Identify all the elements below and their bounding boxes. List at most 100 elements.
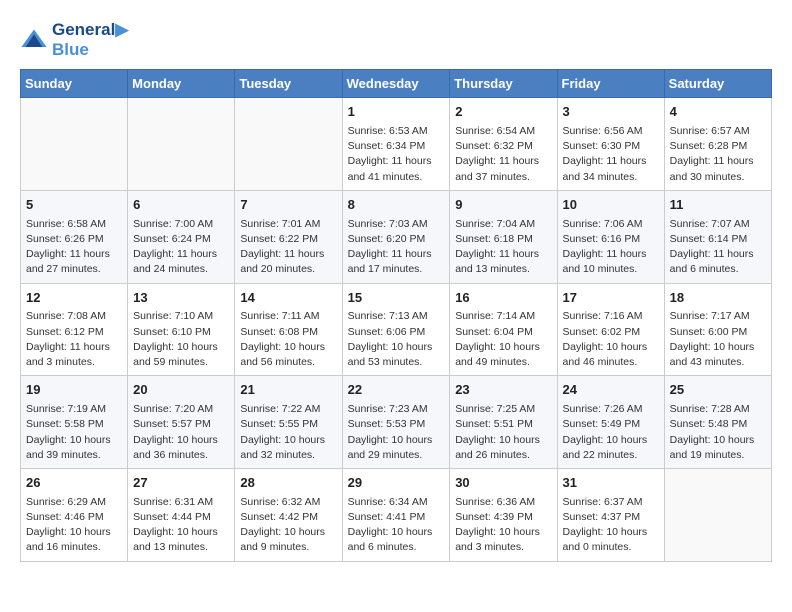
cell-text-line: Sunrise: 7:00 AM [133, 217, 229, 232]
day-number: 9 [455, 196, 551, 215]
day-number: 31 [563, 474, 659, 493]
calendar-week-row: 1Sunrise: 6:53 AMSunset: 6:34 PMDaylight… [21, 98, 772, 191]
cell-text-line: Sunset: 4:37 PM [563, 510, 659, 525]
cell-text-line: Sunset: 4:39 PM [455, 510, 551, 525]
weekday-header-wednesday: Wednesday [342, 70, 450, 98]
cell-text-line: and 29 minutes. [348, 448, 445, 463]
cell-text-line: Daylight: 10 hours [455, 340, 551, 355]
cell-text-line: and 0 minutes. [563, 540, 659, 555]
cell-text-line: Daylight: 10 hours [670, 340, 766, 355]
cell-text-line: Daylight: 10 hours [26, 433, 122, 448]
cell-text-line: Sunrise: 7:06 AM [563, 217, 659, 232]
calendar-week-row: 5Sunrise: 6:58 AMSunset: 6:26 PMDaylight… [21, 190, 772, 283]
cell-text-line: Daylight: 10 hours [348, 340, 445, 355]
cell-text-line: Sunset: 6:28 PM [670, 139, 766, 154]
cell-text-line: and 32 minutes. [240, 448, 336, 463]
cell-content: 26Sunrise: 6:29 AMSunset: 4:46 PMDayligh… [26, 474, 122, 556]
cell-text-line: and 26 minutes. [455, 448, 551, 463]
calendar-cell: 27Sunrise: 6:31 AMSunset: 4:44 PMDayligh… [128, 468, 235, 561]
calendar-cell: 20Sunrise: 7:20 AMSunset: 5:57 PMDayligh… [128, 376, 235, 469]
cell-text-line: Daylight: 11 hours [670, 247, 766, 262]
calendar-week-row: 19Sunrise: 7:19 AMSunset: 5:58 PMDayligh… [21, 376, 772, 469]
calendar-cell: 2Sunrise: 6:54 AMSunset: 6:32 PMDaylight… [450, 98, 557, 191]
cell-text-line: Daylight: 10 hours [133, 433, 229, 448]
cell-text-line: Daylight: 11 hours [348, 247, 445, 262]
calendar-cell: 14Sunrise: 7:11 AMSunset: 6:08 PMDayligh… [235, 283, 342, 376]
cell-text-line: Sunrise: 6:34 AM [348, 495, 445, 510]
cell-text-line: Daylight: 10 hours [348, 433, 445, 448]
calendar-week-row: 12Sunrise: 7:08 AMSunset: 6:12 PMDayligh… [21, 283, 772, 376]
cell-text-line: Daylight: 10 hours [133, 340, 229, 355]
calendar-cell: 29Sunrise: 6:34 AMSunset: 4:41 PMDayligh… [342, 468, 450, 561]
cell-text-line: and 10 minutes. [563, 262, 659, 277]
cell-content: 1Sunrise: 6:53 AMSunset: 6:34 PMDaylight… [348, 103, 445, 185]
cell-text-line: Sunrise: 6:53 AM [348, 124, 445, 139]
cell-content: 14Sunrise: 7:11 AMSunset: 6:08 PMDayligh… [240, 289, 336, 371]
cell-text-line: Sunrise: 6:37 AM [563, 495, 659, 510]
cell-text-line: Daylight: 10 hours [563, 433, 659, 448]
cell-text-line: Sunset: 6:14 PM [670, 232, 766, 247]
cell-text-line: Sunset: 6:18 PM [455, 232, 551, 247]
cell-text-line: and 17 minutes. [348, 262, 445, 277]
cell-text-line: Daylight: 11 hours [133, 247, 229, 262]
cell-text-line: Daylight: 10 hours [26, 525, 122, 540]
cell-text-line: Sunset: 6:06 PM [348, 325, 445, 340]
page-header: General▶ Blue [20, 20, 772, 59]
cell-text-line: Sunset: 6:24 PM [133, 232, 229, 247]
calendar-cell: 28Sunrise: 6:32 AMSunset: 4:42 PMDayligh… [235, 468, 342, 561]
cell-text-line: Daylight: 10 hours [670, 433, 766, 448]
cell-text-line: Sunrise: 7:17 AM [670, 309, 766, 324]
day-number: 14 [240, 289, 336, 308]
cell-text-line: Sunset: 6:02 PM [563, 325, 659, 340]
weekday-header-saturday: Saturday [664, 70, 771, 98]
cell-content: 3Sunrise: 6:56 AMSunset: 6:30 PMDaylight… [563, 103, 659, 185]
cell-content: 6Sunrise: 7:00 AMSunset: 6:24 PMDaylight… [133, 196, 229, 278]
calendar-cell: 19Sunrise: 7:19 AMSunset: 5:58 PMDayligh… [21, 376, 128, 469]
cell-text-line: and 27 minutes. [26, 262, 122, 277]
cell-text-line: and 13 minutes. [133, 540, 229, 555]
cell-content: 23Sunrise: 7:25 AMSunset: 5:51 PMDayligh… [455, 381, 551, 463]
cell-content: 24Sunrise: 7:26 AMSunset: 5:49 PMDayligh… [563, 381, 659, 463]
day-number: 24 [563, 381, 659, 400]
cell-text-line: Sunset: 6:26 PM [26, 232, 122, 247]
day-number: 28 [240, 474, 336, 493]
cell-text-line: Sunset: 6:20 PM [348, 232, 445, 247]
cell-text-line: Sunrise: 7:19 AM [26, 402, 122, 417]
calendar-cell: 16Sunrise: 7:14 AMSunset: 6:04 PMDayligh… [450, 283, 557, 376]
calendar-cell: 22Sunrise: 7:23 AMSunset: 5:53 PMDayligh… [342, 376, 450, 469]
cell-content: 15Sunrise: 7:13 AMSunset: 6:06 PMDayligh… [348, 289, 445, 371]
calendar-cell: 30Sunrise: 6:36 AMSunset: 4:39 PMDayligh… [450, 468, 557, 561]
cell-text-line: Daylight: 10 hours [455, 433, 551, 448]
cell-text-line: Sunset: 5:53 PM [348, 417, 445, 432]
cell-content: 10Sunrise: 7:06 AMSunset: 6:16 PMDayligh… [563, 196, 659, 278]
cell-content: 25Sunrise: 7:28 AMSunset: 5:48 PMDayligh… [670, 381, 766, 463]
cell-text-line: Sunrise: 7:04 AM [455, 217, 551, 232]
calendar-cell: 7Sunrise: 7:01 AMSunset: 6:22 PMDaylight… [235, 190, 342, 283]
calendar-cell: 8Sunrise: 7:03 AMSunset: 6:20 PMDaylight… [342, 190, 450, 283]
day-number: 2 [455, 103, 551, 122]
cell-text-line: and 36 minutes. [133, 448, 229, 463]
logo-text-line1: General▶ [52, 20, 128, 40]
weekday-header-thursday: Thursday [450, 70, 557, 98]
cell-content: 21Sunrise: 7:22 AMSunset: 5:55 PMDayligh… [240, 381, 336, 463]
cell-text-line: Sunrise: 7:13 AM [348, 309, 445, 324]
cell-text-line: and 3 minutes. [455, 540, 551, 555]
day-number: 18 [670, 289, 766, 308]
cell-text-line: Sunset: 4:41 PM [348, 510, 445, 525]
cell-text-line: Daylight: 11 hours [348, 154, 445, 169]
cell-text-line: Sunrise: 7:23 AM [348, 402, 445, 417]
cell-content: 4Sunrise: 6:57 AMSunset: 6:28 PMDaylight… [670, 103, 766, 185]
cell-text-line: Sunrise: 7:16 AM [563, 309, 659, 324]
calendar-cell: 25Sunrise: 7:28 AMSunset: 5:48 PMDayligh… [664, 376, 771, 469]
cell-text-line: and 43 minutes. [670, 355, 766, 370]
cell-text-line: and 34 minutes. [563, 170, 659, 185]
cell-text-line: Sunset: 5:57 PM [133, 417, 229, 432]
cell-content: 22Sunrise: 7:23 AMSunset: 5:53 PMDayligh… [348, 381, 445, 463]
calendar-cell: 23Sunrise: 7:25 AMSunset: 5:51 PMDayligh… [450, 376, 557, 469]
cell-text-line: Sunset: 6:34 PM [348, 139, 445, 154]
cell-text-line: and 41 minutes. [348, 170, 445, 185]
cell-content: 13Sunrise: 7:10 AMSunset: 6:10 PMDayligh… [133, 289, 229, 371]
cell-text-line: Daylight: 10 hours [563, 525, 659, 540]
calendar-cell: 21Sunrise: 7:22 AMSunset: 5:55 PMDayligh… [235, 376, 342, 469]
cell-text-line: Sunrise: 6:31 AM [133, 495, 229, 510]
